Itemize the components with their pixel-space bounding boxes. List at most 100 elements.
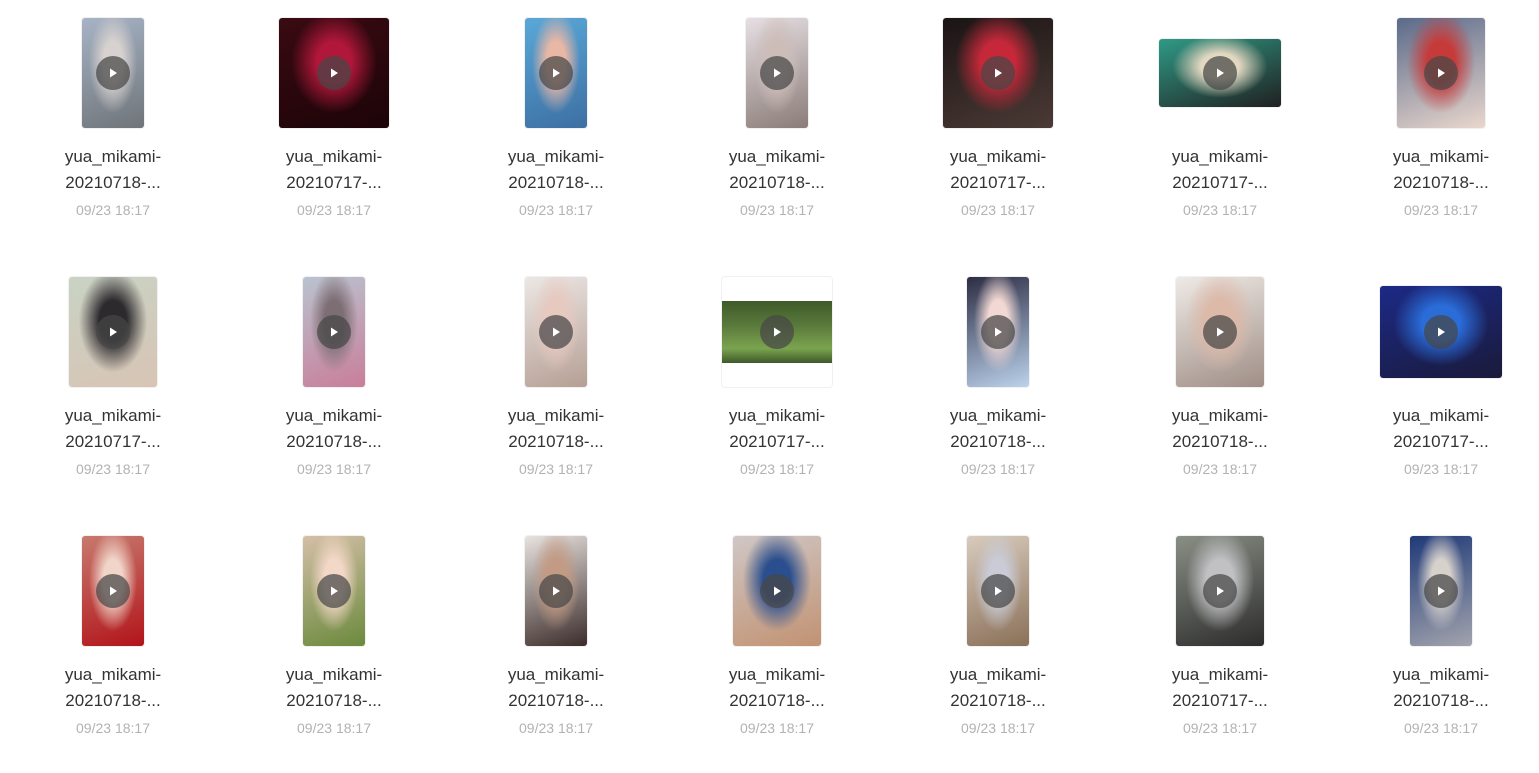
- video-file-item[interactable]: yua_mikami- 20210718-... 09/23 18:17: [898, 276, 1098, 516]
- file-name-line-1: yua_mikami-: [64, 147, 162, 166]
- file-date: 09/23 18:17: [740, 720, 814, 736]
- play-icon[interactable]: [539, 56, 573, 90]
- video-file-item[interactable]: yua_mikami- 20210718-... 09/23 18:17: [456, 276, 656, 516]
- thumbnail-container: [677, 535, 877, 647]
- file-date: 09/23 18:17: [740, 461, 814, 477]
- video-file-item[interactable]: yua_mikami- 20210718-... 09/23 18:17: [1341, 17, 1539, 257]
- video-thumbnail[interactable]: [525, 18, 587, 128]
- file-name-line-2: 20210717-...: [1393, 432, 1489, 451]
- thumbnail-container: [13, 17, 213, 129]
- play-icon[interactable]: [760, 574, 794, 608]
- video-file-item[interactable]: yua_mikami- 20210718-... 09/23 18:17: [1120, 276, 1320, 516]
- thumbnail-container: [677, 276, 877, 388]
- file-date: 09/23 18:17: [1183, 461, 1257, 477]
- file-name-line-1: yua_mikami-: [64, 406, 162, 425]
- video-file-item[interactable]: yua_mikami- 20210718-... 09/23 18:17: [456, 535, 656, 773]
- thumbnail-container: [456, 276, 656, 388]
- video-file-item[interactable]: yua_mikami- 20210717-... 09/23 18:17: [898, 17, 1098, 257]
- video-file-item[interactable]: yua_mikami- 20210717-... 09/23 18:17: [677, 276, 877, 516]
- video-file-item[interactable]: yua_mikami- 20210718-... 09/23 18:17: [1341, 535, 1539, 773]
- video-file-item[interactable]: yua_mikami- 20210717-... 09/23 18:17: [1120, 17, 1320, 257]
- video-thumbnail[interactable]: [82, 18, 144, 128]
- play-icon[interactable]: [1203, 574, 1237, 608]
- play-icon[interactable]: [1203, 315, 1237, 349]
- play-icon[interactable]: [760, 56, 794, 90]
- video-thumbnail[interactable]: [1176, 536, 1264, 646]
- file-name-line-1: yua_mikami-: [285, 406, 383, 425]
- file-date: 09/23 18:17: [76, 720, 150, 736]
- video-file-item[interactable]: yua_mikami- 20210718-... 09/23 18:17: [13, 535, 213, 773]
- video-file-item[interactable]: yua_mikami- 20210718-... 09/23 18:17: [898, 535, 1098, 773]
- play-icon[interactable]: [1203, 56, 1237, 90]
- video-file-item[interactable]: yua_mikami- 20210717-... 09/23 18:17: [234, 17, 434, 257]
- thumbnail-container: [234, 535, 434, 647]
- file-name: yua_mikami- 20210717-...: [1341, 403, 1539, 455]
- video-thumbnail[interactable]: [1159, 39, 1281, 107]
- video-thumbnail[interactable]: [967, 536, 1029, 646]
- video-file-item[interactable]: yua_mikami- 20210717-... 09/23 18:17: [13, 276, 213, 516]
- play-icon[interactable]: [760, 315, 794, 349]
- file-date: 09/23 18:17: [297, 202, 371, 218]
- video-thumbnail[interactable]: [303, 536, 365, 646]
- file-name-line-1: yua_mikami-: [949, 665, 1047, 684]
- play-icon[interactable]: [1424, 574, 1458, 608]
- video-thumbnail[interactable]: [746, 18, 808, 128]
- file-date: 09/23 18:17: [519, 461, 593, 477]
- file-name: yua_mikami- 20210718-...: [677, 144, 877, 196]
- file-date: 09/23 18:17: [297, 720, 371, 736]
- play-icon[interactable]: [539, 315, 573, 349]
- video-thumbnail[interactable]: [1397, 18, 1485, 128]
- play-icon[interactable]: [981, 56, 1015, 90]
- video-thumbnail[interactable]: [1176, 277, 1264, 387]
- play-icon[interactable]: [96, 315, 130, 349]
- play-icon[interactable]: [1424, 315, 1458, 349]
- video-file-item[interactable]: yua_mikami- 20210718-... 09/23 18:17: [456, 17, 656, 257]
- file-date: 09/23 18:17: [1404, 202, 1478, 218]
- play-icon[interactable]: [317, 56, 351, 90]
- video-thumbnail[interactable]: [525, 536, 587, 646]
- video-thumbnail[interactable]: [733, 536, 821, 646]
- play-icon[interactable]: [317, 574, 351, 608]
- video-file-item[interactable]: yua_mikami- 20210717-... 09/23 18:17: [1120, 535, 1320, 773]
- video-thumbnail[interactable]: [722, 277, 832, 387]
- video-file-item[interactable]: yua_mikami- 20210717-... 09/23 18:17: [1341, 276, 1539, 516]
- file-name-line-1: yua_mikami-: [949, 406, 1047, 425]
- file-name: yua_mikami- 20210717-...: [13, 403, 213, 455]
- video-thumbnail[interactable]: [1410, 536, 1472, 646]
- video-file-item[interactable]: yua_mikami- 20210718-... 09/23 18:17: [13, 17, 213, 257]
- play-icon[interactable]: [96, 574, 130, 608]
- file-name-line-2: 20210717-...: [286, 173, 382, 192]
- play-icon[interactable]: [981, 315, 1015, 349]
- file-name-line-1: yua_mikami-: [949, 147, 1047, 166]
- file-name-line-2: 20210717-...: [1172, 691, 1268, 710]
- play-icon[interactable]: [981, 574, 1015, 608]
- video-file-item[interactable]: yua_mikami- 20210718-... 09/23 18:17: [234, 276, 434, 516]
- video-file-item[interactable]: yua_mikami- 20210718-... 09/23 18:17: [677, 535, 877, 773]
- thumbnail-container: [1341, 17, 1539, 129]
- file-name-line-1: yua_mikami-: [507, 406, 605, 425]
- play-icon[interactable]: [539, 574, 573, 608]
- video-thumbnail[interactable]: [967, 277, 1029, 387]
- video-thumbnail[interactable]: [1380, 286, 1502, 378]
- file-date: 09/23 18:17: [740, 202, 814, 218]
- file-name-line-2: 20210718-...: [508, 432, 604, 451]
- file-name-line-1: yua_mikami-: [64, 665, 162, 684]
- video-thumbnail[interactable]: [303, 277, 365, 387]
- play-icon[interactable]: [317, 315, 351, 349]
- video-file-item[interactable]: yua_mikami- 20210718-... 09/23 18:17: [234, 535, 434, 773]
- file-name: yua_mikami- 20210718-...: [677, 662, 877, 714]
- video-thumbnail[interactable]: [82, 536, 144, 646]
- play-icon[interactable]: [96, 56, 130, 90]
- thumbnail-container: [1341, 535, 1539, 647]
- video-file-item[interactable]: yua_mikami- 20210718-... 09/23 18:17: [677, 17, 877, 257]
- file-name-line-2: 20210718-...: [286, 432, 382, 451]
- thumbnail-container: [1120, 535, 1320, 647]
- file-name-line-1: yua_mikami-: [1171, 147, 1269, 166]
- file-name: yua_mikami- 20210718-...: [456, 403, 656, 455]
- video-thumbnail[interactable]: [943, 18, 1053, 128]
- video-thumbnail[interactable]: [279, 18, 389, 128]
- play-icon[interactable]: [1424, 56, 1458, 90]
- video-thumbnail[interactable]: [69, 277, 157, 387]
- video-thumbnail[interactable]: [525, 277, 587, 387]
- file-name: yua_mikami- 20210718-...: [1341, 662, 1539, 714]
